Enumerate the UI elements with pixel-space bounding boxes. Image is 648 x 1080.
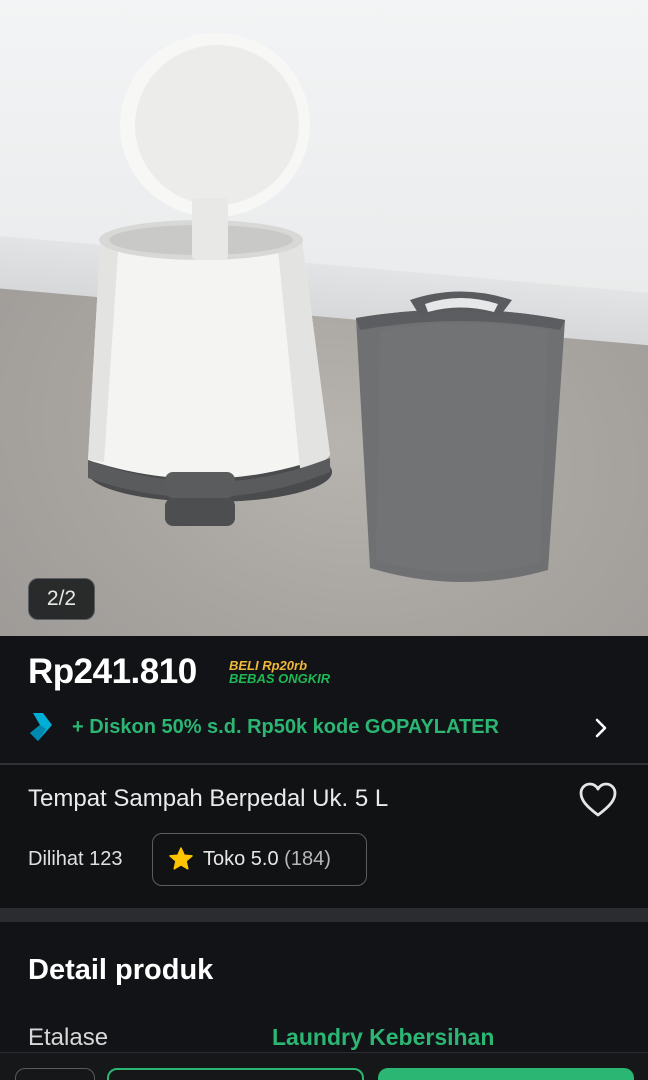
gopay-icon [30,713,52,741]
view-count: Dilihat 123 [28,848,123,870]
image-page-indicator: 2/2 [28,578,95,620]
store-rating-value: Toko 5.0 [203,848,279,870]
section-gap [0,908,648,922]
promo-text[interactable]: + Diskon 50% s.d. Rp50k kode GOPAYLATER [72,716,499,739]
star-icon [169,847,193,870]
etalase-link[interactable]: Laundry Kebersihan [272,1024,494,1051]
chevron-right-icon[interactable] [590,715,612,741]
free-shipping-badge: BELI Rp20rb BEBAS ONGKIR [229,659,330,685]
trash-bins-illustration [88,32,565,583]
buy-now-button[interactable] [107,1068,364,1080]
shipping-free-label: BEBAS ONGKIR [229,671,331,686]
chat-button[interactable] [15,1068,95,1080]
product-image[interactable]: 2/2 [0,0,648,636]
product-price: Rp241.810 [28,652,197,691]
store-rating-count: (184) [284,848,331,870]
product-title: Tempat Sampah Berpedal Uk. 5 L [28,785,389,812]
section-divider [0,763,648,765]
store-rating-label: Toko 5.0 (184) [203,848,331,871]
etalase-label: Etalase [28,1024,109,1051]
heart-icon[interactable] [578,781,618,819]
add-to-cart-button[interactable] [378,1068,634,1080]
detail-heading: Detail produk [28,954,214,986]
